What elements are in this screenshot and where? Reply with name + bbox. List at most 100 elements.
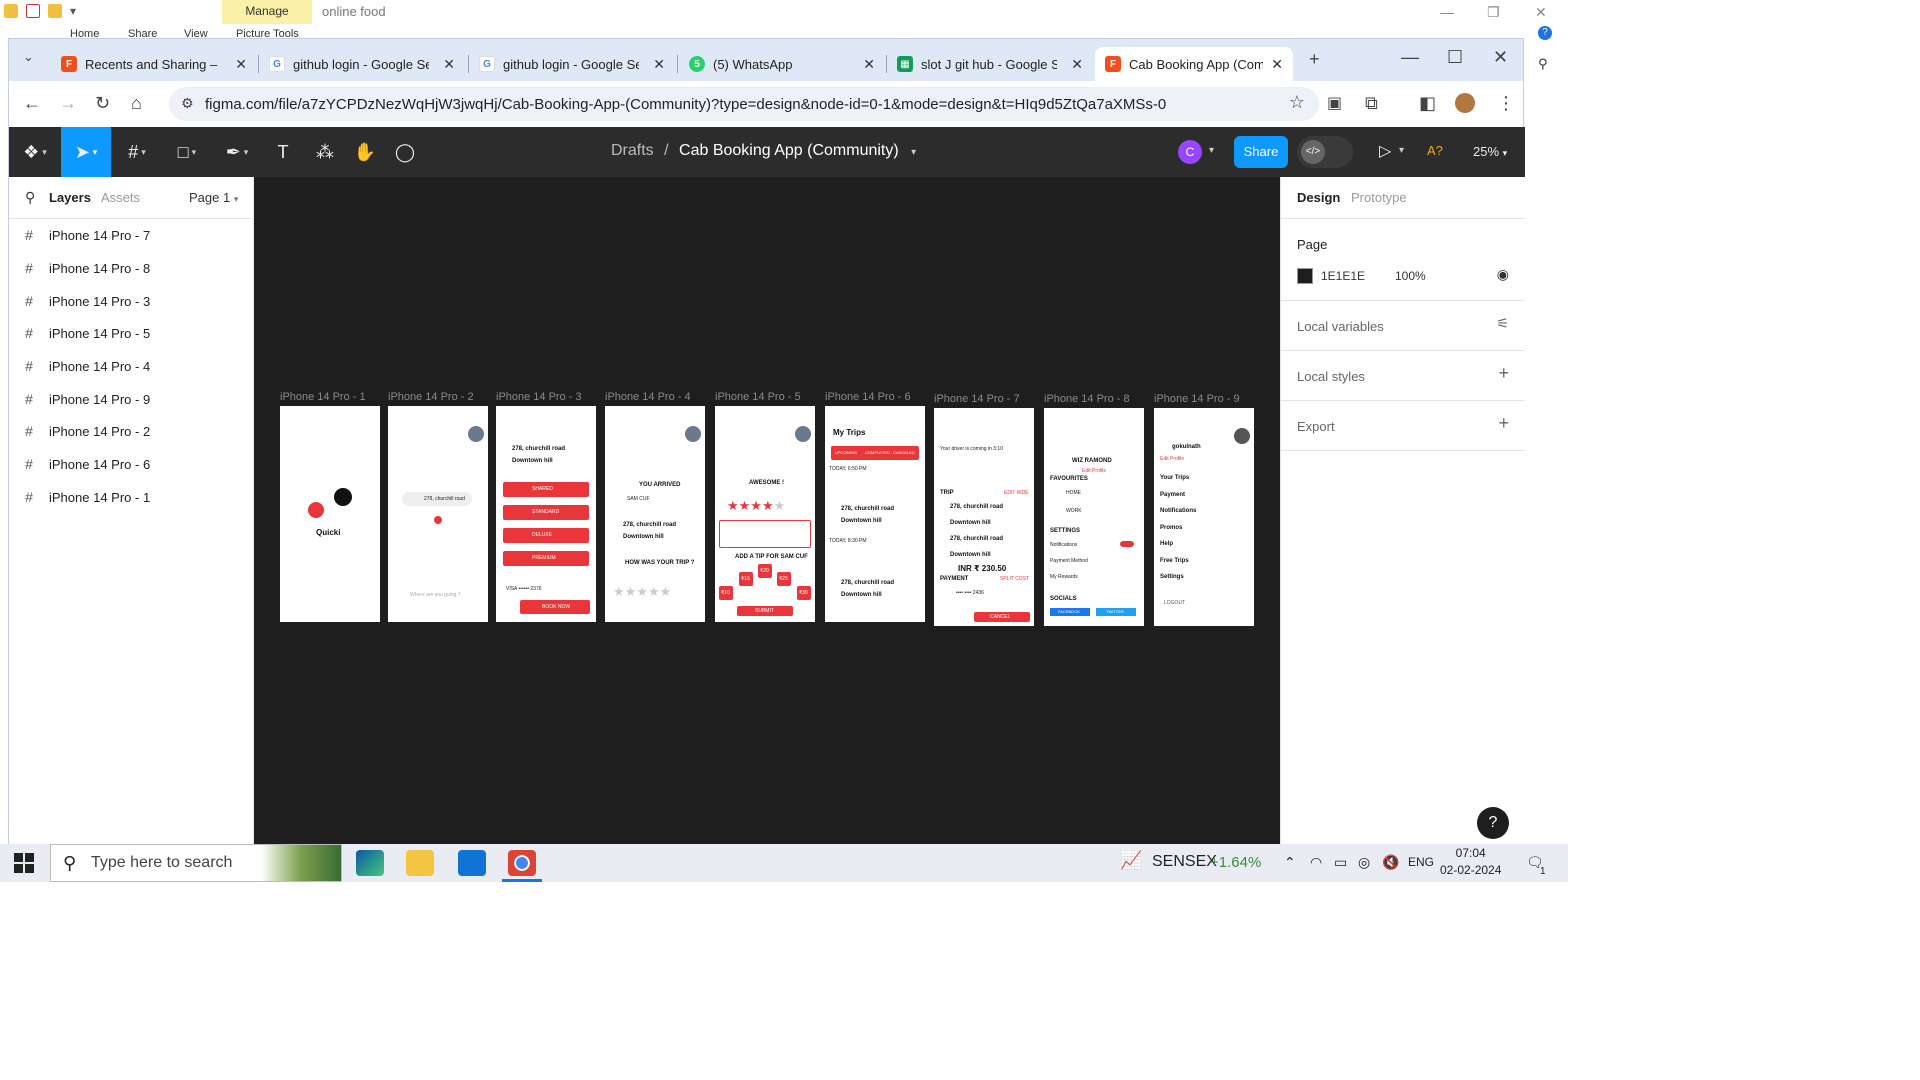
breadcrumb-project[interactable]: Drafts <box>611 142 654 159</box>
clock[interactable]: 07:04 02-02-2024 <box>1440 845 1501 879</box>
search-icon[interactable]: ⚲ <box>1538 56 1548 72</box>
side-panel-icon[interactable]: ◧ <box>1419 93 1436 114</box>
tab-design[interactable]: Design <box>1297 190 1340 205</box>
frame-label[interactable]: iPhone 14 Pro - 4 <box>605 391 691 403</box>
close-window-icon[interactable]: ✕ <box>1493 47 1508 68</box>
frame-iphone-1[interactable]: Quicki <box>280 406 380 622</box>
back-icon[interactable]: ← <box>23 93 41 114</box>
chevron-up-icon[interactable]: ⌃ <box>1284 854 1296 871</box>
chevron-down-icon[interactable]: ▾ <box>1209 145 1214 156</box>
layer-item[interactable]: # iPhone 14 Pro - 3 <box>9 285 253 317</box>
mute-icon[interactable]: 🔇 <box>1382 854 1399 871</box>
move-tool[interactable]: ➤ ▾ <box>61 127 111 177</box>
maximize-icon[interactable]: ☐ <box>1447 47 1463 68</box>
close-icon[interactable]: ✕ <box>1271 56 1283 73</box>
missing-fonts-indicator[interactable]: A? <box>1427 143 1443 158</box>
resources-tool[interactable]: ⁂ <box>305 127 345 177</box>
forward-icon[interactable]: → <box>59 93 77 114</box>
close-icon[interactable]: ✕ <box>443 56 455 73</box>
frame-iphone-3[interactable]: 278, churchill road Downtown hill SHARED… <box>496 406 596 622</box>
layer-item[interactable]: # iPhone 14 Pro - 4 <box>9 350 253 382</box>
bookmark-star-icon[interactable]: ☆ <box>1289 92 1305 113</box>
search-icon[interactable]: ⚲ <box>25 189 35 206</box>
frame-label[interactable]: iPhone 14 Pro - 2 <box>388 391 474 403</box>
frame-iphone-9[interactable]: gokulnath Edit Profile Your Trips Paymen… <box>1154 408 1254 626</box>
site-info-icon[interactable]: ⚙ <box>181 95 194 112</box>
layer-item[interactable]: # iPhone 14 Pro - 5 <box>9 317 253 349</box>
extensions-icon[interactable]: ⧉ <box>1365 93 1378 114</box>
main-menu-button[interactable]: ❖ ▾ <box>9 127 61 177</box>
frame-label[interactable]: iPhone 14 Pro - 9 <box>1154 393 1240 405</box>
chevron-down-icon[interactable]: ▾ <box>911 147 916 158</box>
layer-item[interactable]: # iPhone 14 Pro - 9 <box>9 383 253 415</box>
tab-google-1[interactable]: G github login - Google Sea ✕ <box>259 47 465 81</box>
present-icon[interactable]: ▷ <box>1379 141 1391 161</box>
page-selector[interactable]: Page 1 ▾ <box>189 190 238 205</box>
variables-icon[interactable]: ⚟ <box>1496 315 1509 332</box>
frame-iphone-4[interactable]: YOU ARRIVED SAM CUF 278, churchill road … <box>605 406 705 622</box>
frame-label[interactable]: iPhone 14 Pro - 7 <box>934 393 1020 405</box>
frame-iphone-2[interactable]: 278, churchill road Where are you going … <box>388 406 488 622</box>
frame-label[interactable]: iPhone 14 Pro - 8 <box>1044 393 1130 405</box>
layer-item[interactable]: # iPhone 14 Pro - 1 <box>9 481 253 513</box>
layer-item[interactable]: # iPhone 14 Pro - 7 <box>9 219 253 251</box>
add-export-icon[interactable]: + <box>1498 413 1509 434</box>
mail-icon[interactable] <box>458 850 486 876</box>
text-tool[interactable]: T <box>263 127 303 177</box>
file-name[interactable]: Cab Booking App (Community) <box>679 142 899 159</box>
frame-iphone-5[interactable]: AWESOME ! ★★★★★ ADD A TIP FOR SAM CUF ₹1… <box>715 406 815 622</box>
edge-icon[interactable] <box>356 850 384 876</box>
zoom-level[interactable]: 25% ▾ <box>1473 144 1507 159</box>
layer-item[interactable]: # iPhone 14 Pro - 2 <box>9 415 253 447</box>
file-explorer-icon[interactable] <box>406 850 434 876</box>
network-icon[interactable]: ◠ <box>1310 854 1322 871</box>
tab-recents[interactable]: F Recents and Sharing – Fig ✕ <box>51 47 257 81</box>
profile-avatar[interactable] <box>1455 93 1475 113</box>
frame-label[interactable]: iPhone 14 Pro - 1 <box>280 391 366 403</box>
close-icon[interactable]: ✕ <box>1071 56 1083 73</box>
tab-assets[interactable]: Assets <box>101 190 140 205</box>
new-tab-icon[interactable]: + <box>1309 49 1320 70</box>
comment-tool[interactable]: ◯ <box>385 127 425 177</box>
frame-iphone-7[interactable]: Your driver is coming in 3:10 TRIP EDIT … <box>934 408 1034 626</box>
pen-tool[interactable]: ✒ ▾ <box>213 127 261 177</box>
minimize-icon[interactable]: — <box>1440 4 1454 20</box>
frame-tool[interactable]: # ▾ <box>113 127 161 177</box>
help-icon[interactable]: ? <box>1538 26 1552 40</box>
start-button[interactable] <box>14 853 34 873</box>
layer-item[interactable]: # iPhone 14 Pro - 8 <box>9 252 253 284</box>
frame-iphone-8[interactable]: WIZ RAMOND Edit Profile FAVOURITES HOME … <box>1044 408 1144 626</box>
design-canvas[interactable]: iPhone 14 Pro - 1 Quicki iPhone 14 Pro -… <box>254 177 1280 845</box>
language-indicator[interactable]: ENG <box>1408 855 1434 869</box>
tab-google-2[interactable]: G github login - Google Sea ✕ <box>469 47 675 81</box>
frame-label[interactable]: iPhone 14 Pro - 3 <box>496 391 582 403</box>
tab-layers[interactable]: Layers <box>49 190 91 205</box>
tab-search-icon[interactable]: ⌄ <box>23 49 34 65</box>
frame-label[interactable]: iPhone 14 Pro - 5 <box>715 391 801 403</box>
manage-tab[interactable]: Manage <box>222 0 312 24</box>
close-icon[interactable]: ✕ <box>653 56 665 73</box>
chevron-down-icon[interactable]: ▾ <box>1399 145 1404 156</box>
add-style-icon[interactable]: + <box>1498 363 1509 384</box>
hand-tool[interactable]: ✋ <box>345 127 385 177</box>
layer-item[interactable]: # iPhone 14 Pro - 6 <box>9 448 253 480</box>
reload-icon[interactable]: ↻ <box>95 93 110 114</box>
minimize-icon[interactable]: — <box>1401 47 1419 68</box>
menu-icon[interactable]: ⋮ <box>1497 93 1515 114</box>
tab-sheets[interactable]: ▦ slot J git hub - Google Sh ✕ <box>887 47 1093 81</box>
eye-icon[interactable]: ◉ <box>1497 266 1509 283</box>
tab-prototype[interactable]: Prototype <box>1351 190 1407 205</box>
dropdown-icon[interactable]: ▾ <box>70 4 76 18</box>
ticker-name[interactable]: SENSEX <box>1152 853 1217 871</box>
taskbar-search[interactable]: ⚲ Type here to search <box>50 844 342 882</box>
shape-tool[interactable]: □ ▾ <box>163 127 211 177</box>
address-bar[interactable]: ⚙ figma.com/file/a7zYCPDzNezWqHjW3jwqHj/… <box>169 87 1319 121</box>
collaborator-avatar[interactable]: C <box>1178 140 1202 164</box>
close-icon[interactable]: ✕ <box>1535 4 1547 21</box>
dev-mode-toggle[interactable]: </> <box>1297 136 1353 168</box>
frame-iphone-6[interactable]: My Trips UPCOMING COMPLETED CANCELED TOD… <box>825 406 925 622</box>
cast-icon[interactable]: ▣ <box>1327 93 1342 113</box>
tab-cab-booking[interactable]: F Cab Booking App (Comm ✕ <box>1095 47 1293 81</box>
page-color-value[interactable]: 1E1E1E <box>1321 269 1365 283</box>
close-icon[interactable]: ✕ <box>863 56 875 73</box>
